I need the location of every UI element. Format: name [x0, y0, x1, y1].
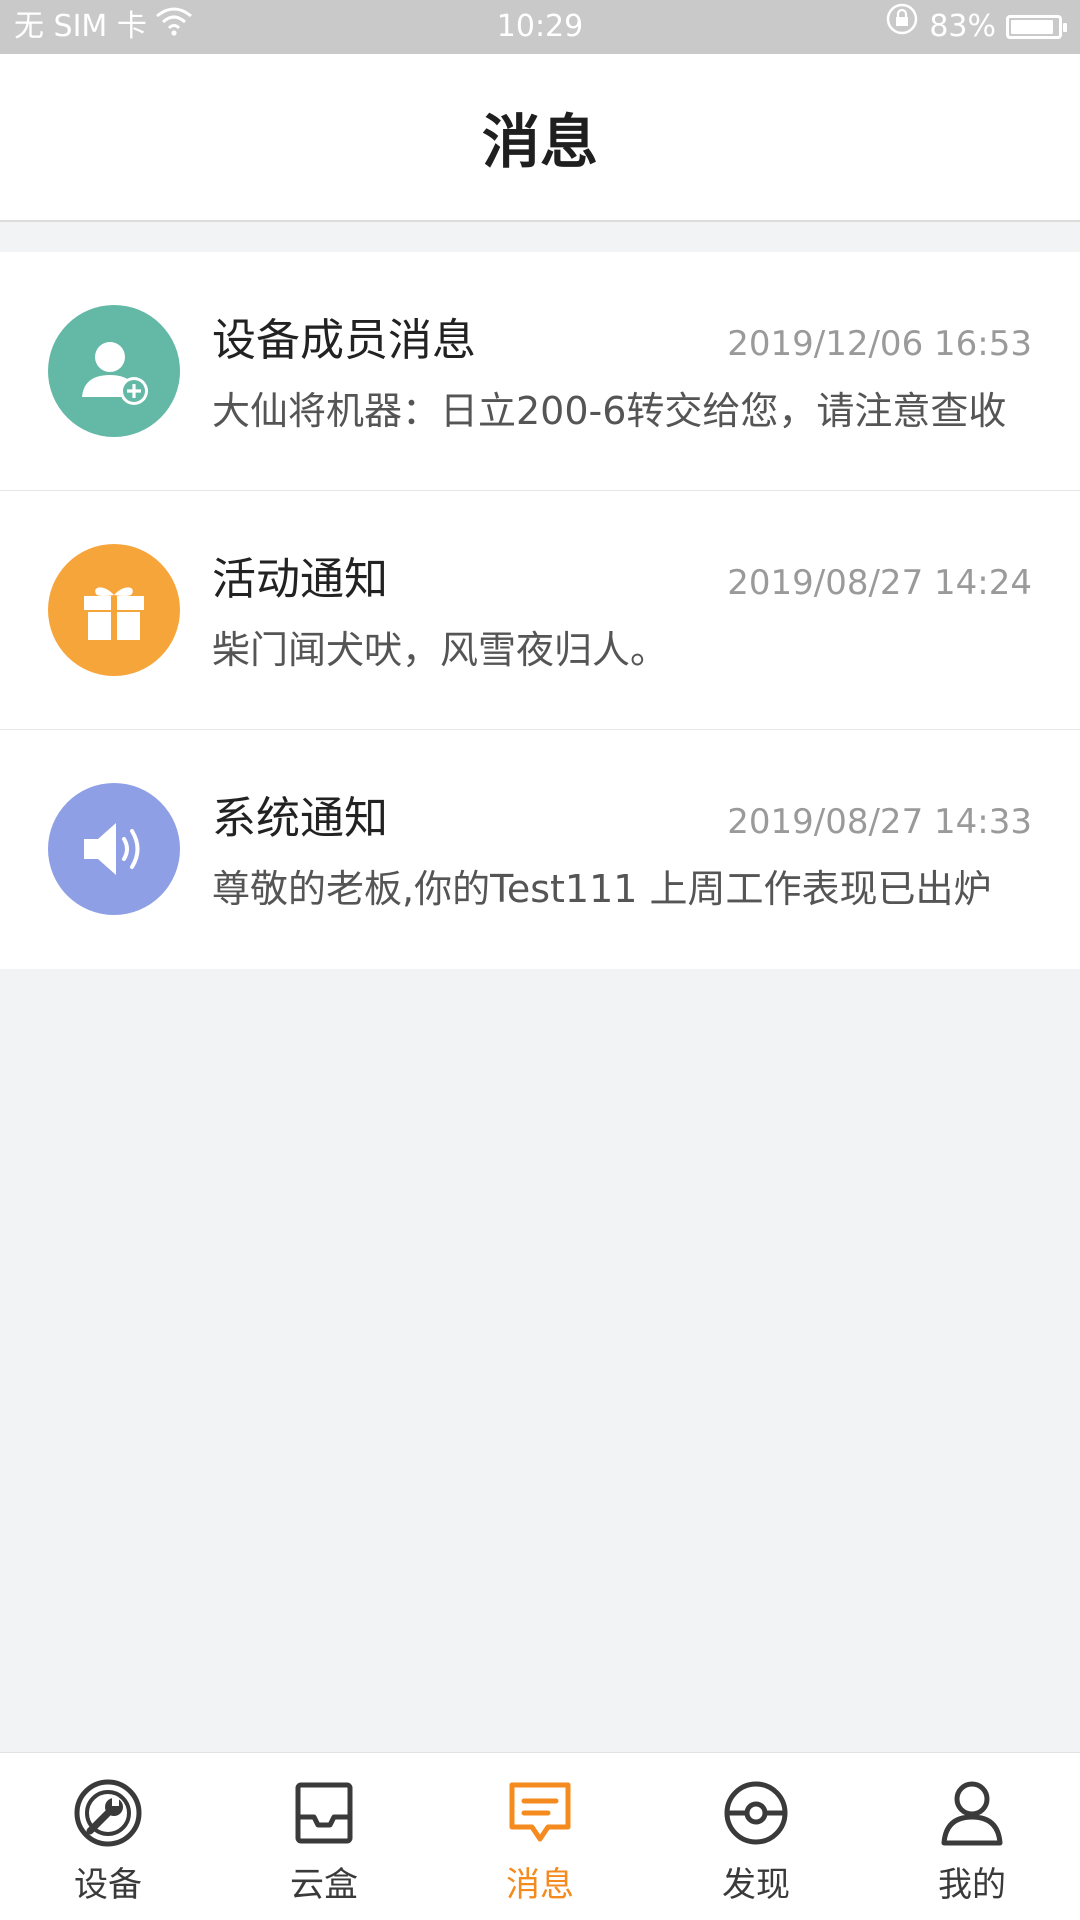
message-title: 系统通知 [212, 793, 388, 844]
message-time: 2019/08/27 14:33 [727, 802, 1032, 842]
message-item-activity[interactable]: 活动通知 2019/08/27 14:24 柴门闻犬吠，风雪夜归人。 [0, 491, 1080, 730]
battery-percent: 83% [929, 9, 996, 44]
screen: 无 SIM 卡 10:29 83% 消息 设备成员消息 2019/12/06 1… [0, 0, 1080, 1920]
message-preview: 尊敬的老板,你的Test111 上周工作表现已出炉 [212, 867, 992, 911]
header: 消息 [0, 54, 1080, 222]
device-icon [70, 1775, 146, 1851]
nav-item-profile[interactable]: 我的 [864, 1753, 1080, 1920]
bottom-nav: 设备 云盒 消息 发现 我的 [0, 1752, 1080, 1920]
nav-label: 发现 [722, 1865, 790, 1905]
message-title: 活动通知 [212, 554, 388, 605]
battery-icon [1006, 15, 1067, 39]
message-time: 2019/08/27 14:24 [727, 563, 1032, 603]
status-bar: 无 SIM 卡 10:29 83% [0, 0, 1080, 54]
message-time: 2019/12/06 16:53 [727, 324, 1032, 364]
nav-item-device[interactable]: 设备 [0, 1753, 216, 1920]
add-user-icon [48, 305, 180, 437]
message-title: 设备成员消息 [212, 315, 476, 366]
page-title: 消息 [481, 108, 598, 176]
nav-label: 消息 [506, 1865, 574, 1905]
message-preview: 大仙将机器：日立200-6转交给您，请注意查收 [212, 389, 1007, 433]
battery-fill [1011, 20, 1053, 34]
nav-item-cloudbox[interactable]: 云盒 [216, 1753, 432, 1920]
nav-item-messages[interactable]: 消息 [432, 1753, 648, 1920]
rotation-lock-icon [885, 0, 919, 54]
message-icon [502, 1775, 578, 1851]
inbox-icon [286, 1775, 362, 1851]
nav-item-discover[interactable]: 发现 [648, 1753, 864, 1920]
message-preview: 柴门闻犬吠，风雪夜归人。 [212, 628, 669, 672]
profile-icon [934, 1775, 1010, 1851]
speaker-icon [48, 783, 180, 915]
status-right: 83% [885, 0, 1067, 54]
message-item-device-members[interactable]: 设备成员消息 2019/12/06 16:53 大仙将机器：日立200-6转交给… [0, 252, 1080, 491]
nav-label: 设备 [74, 1865, 142, 1905]
gift-icon [48, 544, 180, 676]
message-item-system[interactable]: 系统通知 2019/08/27 14:33 尊敬的老板,你的Test111 上周… [0, 730, 1080, 969]
discover-icon [718, 1775, 794, 1851]
message-list: 设备成员消息 2019/12/06 16:53 大仙将机器：日立200-6转交给… [0, 252, 1080, 969]
nav-label: 云盒 [290, 1865, 358, 1905]
nav-label: 我的 [938, 1865, 1006, 1905]
